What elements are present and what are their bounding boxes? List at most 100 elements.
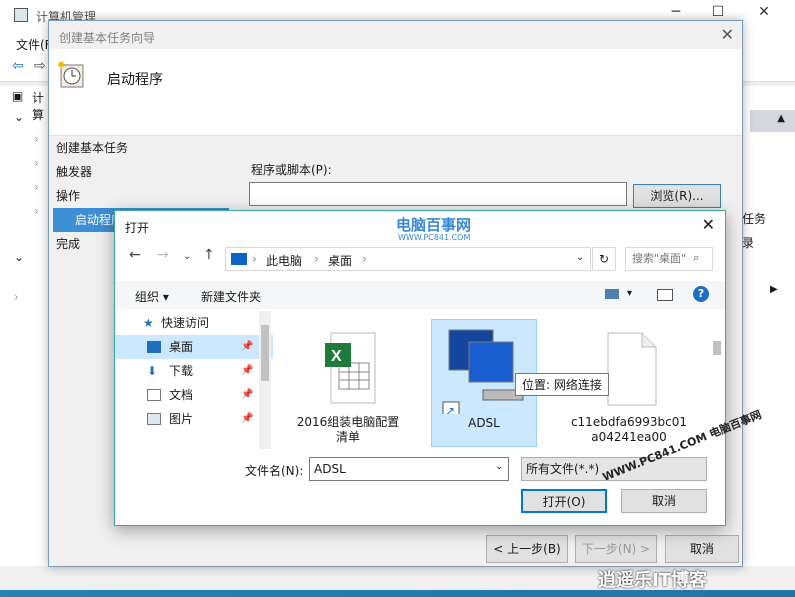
back-button[interactable]: < 上一步(B) [486,535,568,563]
file-item[interactable]: X 2016组装电脑配置清单 [295,319,401,447]
desktop-icon [147,341,161,353]
chevron-down-icon[interactable]: ⌄ [576,252,584,263]
wizard-header: ✸ 启动程序 [49,49,742,136]
open-dialog-title: 打开 [125,221,150,235]
maximize-icon[interactable]: ☐ [706,4,730,20]
pin-icon[interactable]: 📌 [241,407,253,431]
pin-icon[interactable]: 📌 [241,359,253,383]
organize-button[interactable]: 组织 ▾ [135,288,169,305]
breadcrumb-this-pc[interactable]: 此电脑 [266,252,302,269]
wizard-step: 触发器 [56,165,93,179]
pin-icon[interactable]: 📌 [241,335,253,359]
clock-icon: ✸ [57,60,84,88]
new-folder-button[interactable]: 新建文件夹 [201,288,261,305]
chevron-down-icon[interactable]: ⌄ [14,250,24,264]
picture-icon [147,413,161,425]
chevron-right-icon[interactable]: › [34,132,39,146]
up-arrow-icon[interactable]: ↑ [203,247,215,263]
nav-item-label: 桌面 [169,340,194,354]
watermark-brand: 电脑百事网 [396,216,472,234]
watermark-url: WWW.PC841.COM [398,233,471,242]
svg-text:✸: ✸ [57,60,65,71]
chevron-down-icon[interactable]: ⌄ [495,461,503,472]
forward-arrow-icon[interactable]: ⇨ [34,58,46,74]
scroll-thumb[interactable] [261,325,269,381]
file-name: 2016组装电脑配置清单 [296,415,400,444]
excel-icon: X [325,332,376,404]
chevron-right-icon[interactable]: › [34,204,39,218]
dialog-toolbar: 组织 ▾ 新建文件夹 ▾ ? [115,281,725,309]
view-options-icon[interactable] [605,289,619,299]
program-label: 程序或脚本(P): [251,163,332,177]
chevron-down-icon[interactable]: ⌄ [14,110,24,124]
actions-item[interactable]: 录 [742,234,754,251]
file-list: X 2016组装电脑配置清单 ↗ ADSL c11ebdfa6993bc01a0… [285,311,713,447]
expand-arrow-icon[interactable]: ▶ [770,284,778,295]
actions-item[interactable]: 任务 [742,210,766,227]
wizard-step: 创建基本任务 [56,141,129,155]
actions-header: ▲ [750,110,795,132]
network-connection-icon: ↗ [442,329,524,419]
pin-icon[interactable]: 📌 [241,383,253,407]
breadcrumb-separator: › [252,252,257,266]
cancel-button[interactable]: 取消 [665,535,739,563]
collapse-icon[interactable]: ▲ [777,113,785,124]
search-input[interactable]: 搜索"桌面" [625,247,713,271]
filename-label: 文件名(N): [245,464,304,478]
breadcrumb-separator: › [314,252,319,266]
nav-item-desktop[interactable]: 桌面 📌 [115,335,273,359]
star-icon: ★ [143,316,154,330]
minimize-icon[interactable]: ─ [664,4,688,20]
wizard-title: 创建基本任务向导 [59,31,156,45]
navigation-pane: ★ 快速访问 桌面 📌 ⬇ 下载 📌 文档 📌 图片 📌 [115,311,273,447]
file-name: ADSL [468,416,500,430]
nav-item-pictures[interactable]: 图片 📌 [115,407,273,431]
mmc-tree: ▣ 计算 ⌄ › › › › ⌄ › [0,86,50,566]
chevron-down-icon[interactable]: ▾ [627,288,632,299]
chevron-right-icon[interactable]: › [34,180,39,194]
help-icon[interactable]: ? [693,286,709,302]
chevron-right-icon[interactable]: › [14,290,19,304]
open-file-dialog: 打开 ✕ ← → ⌄ ↑ › 此电脑 › 桌面 › ⌄ ↻ 搜索"桌面" ⌕ 组… [114,210,726,526]
computer-icon: ▣ [12,89,24,103]
svg-text:↗: ↗ [445,404,455,414]
breadcrumb-desktop[interactable]: 桌面 [328,252,352,269]
nav-item-quick-access[interactable]: ★ 快速访问 [115,311,273,335]
chevron-right-icon[interactable]: › [34,156,39,170]
close-icon[interactable]: ✕ [721,25,734,44]
back-arrow-icon[interactable]: ⇦ [12,58,24,74]
nav-item-label: 文档 [169,388,194,402]
refresh-icon[interactable]: ↻ [592,247,616,271]
nav-item-label: 快速访问 [161,316,210,330]
this-pc-icon [231,253,247,265]
open-button[interactable]: 打开(O) [521,489,607,513]
close-icon[interactable]: ✕ [702,215,715,234]
nav-scrollbar[interactable] [259,311,271,449]
forward-arrow-icon[interactable]: → [157,247,169,263]
file-icon [607,332,657,406]
next-button[interactable]: 下一步(N) > [575,535,657,563]
filename-input[interactable]: ADSL [309,457,509,481]
cancel-button[interactable]: 取消 [621,489,707,513]
chevron-down-icon[interactable]: ⌄ [183,251,191,262]
close-icon[interactable]: ✕ [752,4,776,20]
wizard-step: 操作 [56,189,81,203]
watermark-blog: 逍遥乐IT博客 [598,570,707,591]
nav-item-label: 图片 [169,412,194,426]
nav-item-downloads[interactable]: ⬇ 下载 📌 [115,359,273,383]
computer-management-icon [14,8,28,22]
svg-text:X: X [331,348,342,365]
search-icon: ⌕ [693,251,700,264]
browse-button[interactable]: 浏览(R)... [633,184,721,208]
wizard-header-title: 启动程序 [107,72,163,88]
location-tooltip: 位置: 网络连接 [515,373,609,396]
scroll-thumb[interactable] [713,341,721,355]
nav-item-label: 下载 [169,364,194,378]
program-input[interactable] [249,182,627,206]
nav-item-documents[interactable]: 文档 📌 [115,383,273,407]
preview-pane-icon[interactable] [657,289,673,301]
address-bar[interactable]: › 此电脑 › 桌面 › ⌄ [225,247,591,271]
download-icon: ⬇ [147,364,158,378]
back-arrow-icon[interactable]: ← [129,247,141,263]
breadcrumb-separator: › [362,252,367,266]
